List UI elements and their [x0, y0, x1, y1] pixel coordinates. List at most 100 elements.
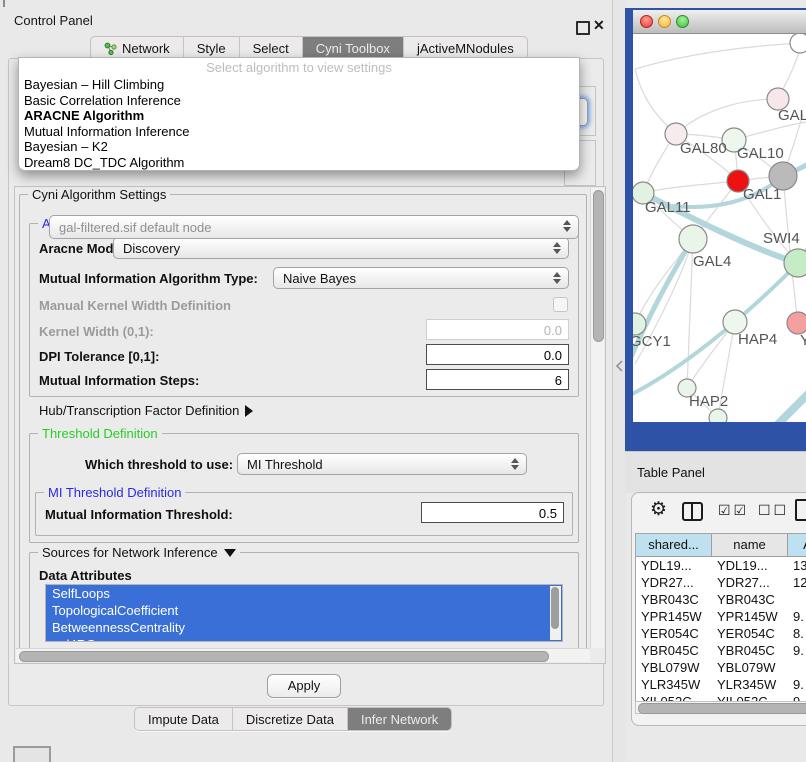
node-y[interactable]	[787, 312, 806, 334]
node-label: HAP2	[689, 393, 728, 410]
mi-type-combobox[interactable]: Naive Bayes	[273, 267, 569, 289]
network-view-window: GAL GAL80 GAL10 GAL1 GAL11 SWI4 GAL4 GCY…	[625, 8, 806, 451]
tab-impute-data[interactable]: Impute Data	[135, 708, 232, 730]
list-scrollbar[interactable]	[550, 586, 561, 640]
split-columns-icon[interactable]	[682, 502, 703, 521]
table-row[interactable]: YBR045CYBR045C9.	[636, 642, 806, 659]
algorithm-option[interactable]: Basic Correlation Inference	[19, 93, 579, 109]
tab-style[interactable]: Style	[183, 37, 239, 59]
column-header-shared-name[interactable]: shared...	[636, 534, 712, 556]
tab-network[interactable]: Network	[91, 37, 183, 59]
deselect-all-icon[interactable]: ☐☐	[758, 502, 789, 519]
minimized-widget[interactable]	[13, 746, 51, 762]
column-header-clipped[interactable]: A	[788, 534, 806, 556]
aracne-mode-combobox[interactable]: Discovery	[113, 237, 569, 259]
network-source-combobox-value: gal-filtered.sif default node	[59, 220, 211, 235]
tab-jactivemnodules[interactable]: jActiveMNodules	[403, 37, 527, 59]
which-threshold-value: MI Threshold	[247, 457, 323, 472]
manual-kernel-label: Manual Kernel Width Definition	[39, 298, 231, 313]
algorithm-option[interactable]: Dream8 DC_TDC Algorithm	[19, 155, 579, 171]
apply-button[interactable]: Apply	[267, 674, 341, 698]
kernel-width-label: Kernel Width (0,1):	[39, 324, 154, 339]
control-panel-title: Control Panel	[14, 13, 93, 28]
table-row[interactable]: YPR145WYPR145W9.	[636, 608, 806, 625]
node-label: GAL11	[645, 199, 691, 216]
tab-discretize-data[interactable]: Discretize Data	[232, 708, 347, 730]
sources-title[interactable]: Sources for Network Inference	[38, 545, 240, 560]
mi-steps-field[interactable]: 6	[426, 369, 569, 390]
table-row[interactable]: YDR27...YDR27...12	[636, 574, 806, 591]
select-all-icon[interactable]: ☑☑	[718, 502, 749, 519]
algorithm-option-selected[interactable]: ARACNE Algorithm	[19, 108, 579, 124]
hub-definition-expander[interactable]: Hub/Transcription Factor Definition	[39, 403, 253, 418]
table-row[interactable]: YBR043CYBR043C	[636, 591, 806, 608]
table-panel-header: Table Panel	[625, 451, 806, 493]
cyni-algorithm-settings-title: Cyni Algorithm Settings	[28, 187, 170, 202]
node-label: GAL1	[743, 186, 781, 203]
mi-steps-label: Mutual Information Steps:	[39, 373, 199, 388]
table-row[interactable]: YBL079WYBL079W	[636, 659, 806, 676]
list-item[interactable]: TopologicalCoefficient	[46, 602, 562, 619]
kernel-width-field[interactable]: 0.0	[426, 319, 569, 340]
mi-threshold-field[interactable]: 0.5	[421, 502, 564, 523]
table-row[interactable]: YDL19...YDL19...13	[636, 557, 806, 574]
tab-select[interactable]: Select	[239, 37, 302, 59]
settings-scroll-area: Cyni Algorithm Settings Algorithm Defini…	[14, 186, 606, 664]
settings-vertical-scrollbar[interactable]	[590, 188, 604, 648]
data-attributes-label: Data Attributes	[39, 568, 132, 583]
node[interactable]	[790, 34, 806, 53]
table-horizontal-scrollbar[interactable]	[635, 701, 806, 714]
tab-select-label: Select	[253, 41, 289, 56]
minimize-traffic-light-icon[interactable]	[658, 15, 671, 28]
float-window-icon[interactable]	[576, 21, 590, 35]
tab-style-label: Style	[197, 41, 226, 56]
scrollbar-thumb[interactable]	[638, 703, 806, 714]
aracne-mode-value: Discovery	[123, 241, 180, 256]
node[interactable]	[709, 409, 727, 422]
chevron-right-icon	[245, 405, 253, 417]
tab-network-label: Network	[122, 41, 170, 56]
node-gal4[interactable]	[679, 225, 707, 253]
list-item[interactable]: gal4RGexp	[46, 636, 562, 642]
network-graph: GAL GAL80 GAL10 GAL1 GAL11 SWI4 GAL4 GCY…	[633, 34, 806, 422]
node-label: SWI4	[763, 230, 800, 247]
network-canvas[interactable]: GAL GAL80 GAL10 GAL1 GAL11 SWI4 GAL4 GCY…	[633, 34, 806, 422]
export-table-icon[interactable]	[795, 499, 806, 521]
algorithm-option[interactable]: Mutual Information Inference	[19, 124, 579, 140]
manual-kernel-checkbox[interactable]	[553, 297, 568, 312]
algorithm-dropdown-popup: Select algorithm to view settings Bayesi…	[18, 57, 580, 171]
tab-cyni-toolbox[interactable]: Cyni Toolbox	[302, 37, 403, 59]
scrollbar-thumb[interactable]	[19, 651, 549, 662]
zoom-traffic-light-icon[interactable]	[676, 15, 689, 28]
algorithm-option[interactable]: Bayesian – Hill Climbing	[19, 77, 579, 93]
tab-cyni-toolbox-label: Cyni Toolbox	[316, 41, 390, 56]
panel-resize-handle[interactable]	[615, 360, 624, 372]
algorithm-option[interactable]: Bayesian – K2	[19, 139, 579, 155]
network-source-combobox[interactable]: gal-filtered.sif default node	[49, 215, 579, 239]
gear-icon[interactable]: ⚙	[650, 498, 667, 521]
network-window-titlebar[interactable]	[633, 10, 806, 34]
which-threshold-combobox[interactable]: MI Threshold	[237, 453, 527, 475]
column-header-name[interactable]: name	[712, 534, 788, 556]
list-item[interactable]: BetweennessCentrality	[46, 619, 562, 636]
scrollbar-thumb[interactable]	[551, 587, 559, 629]
close-icon[interactable]: ✕	[593, 17, 605, 34]
list-item[interactable]: SelfLoops	[46, 585, 562, 602]
tab-infer-network[interactable]: Infer Network	[347, 708, 451, 730]
network-icon	[104, 42, 117, 55]
table-row[interactable]: YLR345WYLR345W9.	[636, 676, 806, 693]
node-label: Y	[800, 332, 806, 349]
table-row[interactable]: YER054CYER054C8.	[636, 625, 806, 642]
settings-horizontal-scrollbar[interactable]	[16, 648, 590, 662]
tab-discretize-data-label: Discretize Data	[246, 712, 334, 727]
dpi-tolerance-label: DPI Tolerance [0,1]:	[39, 349, 159, 364]
dpi-tolerance-field[interactable]: 0.0	[426, 344, 569, 365]
combo-stepper-icon	[553, 242, 561, 254]
scrollbar-thumb[interactable]	[593, 190, 604, 342]
tab-jactivemnodules-label: jActiveMNodules	[417, 41, 514, 56]
node-label: GAL4	[693, 253, 731, 270]
node-swi4[interactable]	[784, 249, 806, 277]
close-traffic-light-icon[interactable]	[640, 15, 653, 28]
which-threshold-label: Which threshold to use:	[85, 457, 233, 472]
mi-type-value: Naive Bayes	[283, 271, 356, 286]
